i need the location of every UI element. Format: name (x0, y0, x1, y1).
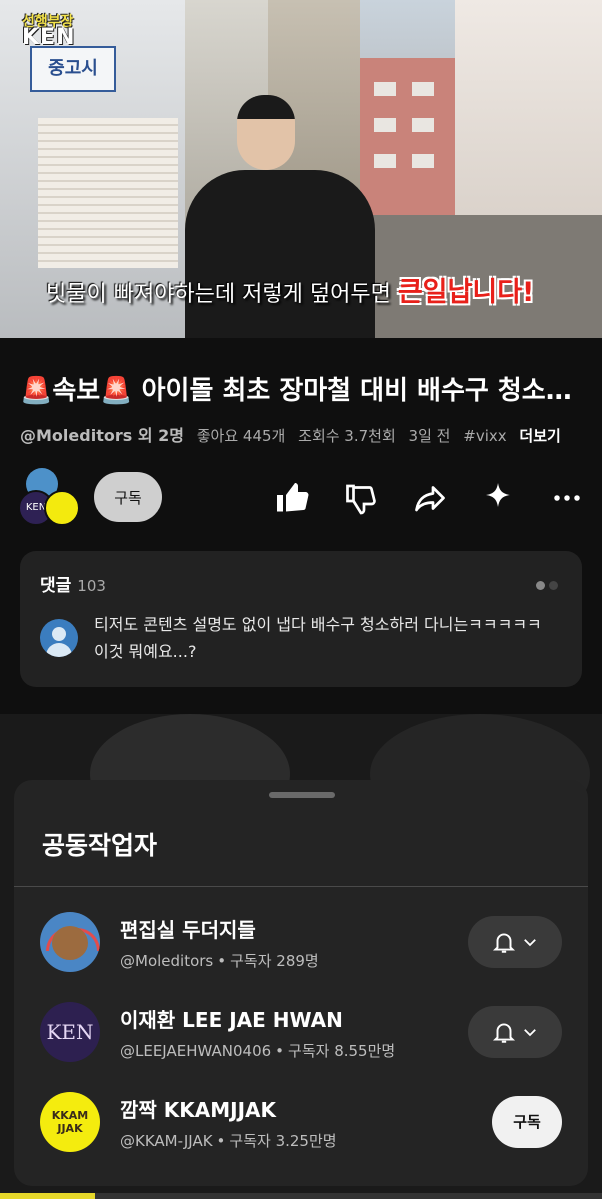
comments-heading: 댓글 103 (40, 576, 106, 596)
progress-bar[interactable] (0, 1193, 602, 1199)
like-icon (277, 483, 309, 512)
building-red (360, 58, 460, 223)
progress-fill (0, 1193, 95, 1199)
store-sign: 중고시 (30, 46, 116, 92)
chevron-down-icon (524, 1029, 536, 1037)
avatar: KKAM JJAK (40, 1092, 100, 1152)
view-count: 조회수 3.7천회 (298, 427, 396, 445)
sheet-title: 공동작업자 (42, 831, 158, 860)
collaborator-handle: @Moleditors • 구독자 289명 (120, 952, 319, 970)
video-caption: 빗물이 빠져야하는데 저렇게 덮어두면 큰일납니다! (46, 277, 535, 308)
video-player[interactable]: 중고시 선행부장 KEN 빗물이 빠져야하는데 저렇게 덮어두면 큰일납니다! (0, 0, 602, 338)
collaborator-row[interactable]: KKAM JJAK 깜짝 KKAMJJAK @KKAM-JJAK • 구독자 3.2… (14, 1078, 588, 1166)
collaborator-row[interactable]: 편집실 두더지들 @Moleditors • 구독자 289명 (14, 898, 588, 986)
chevron-down-icon (524, 939, 536, 947)
channel-logo: 선행부장 KEN (22, 14, 76, 50)
more-link[interactable]: 더보기 (519, 427, 560, 445)
page-dots (532, 575, 558, 594)
comments-count: 103 (77, 577, 106, 595)
comments-panel[interactable]: 댓글 103 티저도 콘텐츠 설명도 없이 냅다 배수구 청소하러 다니는ㅋㅋㅋㅋ… (20, 551, 582, 687)
sparkle-button[interactable] (478, 478, 518, 518)
avatar (44, 490, 80, 526)
collaborator-name: 깜짝 KKAMJJAK (120, 1098, 276, 1122)
video-meta[interactable]: @Moleditors 외 2명 좋아요 445개 조회수 3.7천회 3일 전… (20, 422, 569, 446)
like-button[interactable] (272, 478, 312, 518)
share-button[interactable] (410, 478, 450, 518)
subscribe-button[interactable]: 구독 (94, 472, 162, 522)
dislike-button[interactable] (341, 478, 381, 518)
bell-icon (492, 933, 516, 953)
collaborator-avatars[interactable]: KEN (18, 468, 80, 526)
notification-button[interactable] (468, 1006, 562, 1058)
collaborator-row[interactable]: KEN 이재환 LEE JAE HWAN @LEEJAEHWAN0406 • 구독자… (14, 988, 588, 1076)
avatar (40, 912, 100, 972)
channel-name[interactable]: @Moleditors 외 2명 (20, 426, 184, 445)
avatar (40, 619, 78, 657)
dislike-icon (346, 484, 376, 515)
more-button[interactable] (547, 478, 587, 518)
hashtag[interactable]: #vixx (463, 427, 506, 445)
top-comment: 티저도 콘텐츠 설명도 없이 냅다 배수구 청소하러 다니는ㅋㅋㅋㅋㅋ 이것 뭐… (94, 615, 542, 661)
subscribe-button[interactable]: 구독 (492, 1096, 562, 1148)
upload-age: 3일 전 (408, 427, 451, 445)
video-details: 🚨속보🚨 아이돌 최초 장마철 대비 배수구 청소 대작전 @Moleditor… (0, 338, 602, 714)
more-icon (554, 495, 580, 501)
video-title[interactable]: 🚨속보🚨 아이돌 최초 장마철 대비 배수구 청소 대작전 (20, 370, 580, 407)
shutter (38, 118, 178, 268)
collaborators-sheet: 공동작업자 편집실 두더지들 @Moleditors • 구독자 289명 KEN … (14, 780, 588, 1186)
collaborator-name: 이재환 LEE JAE HWAN (120, 1008, 343, 1032)
notification-button[interactable] (468, 916, 562, 968)
drag-handle[interactable] (269, 792, 335, 798)
avatar: KEN (40, 1002, 100, 1062)
share-icon (415, 486, 445, 512)
like-count: 좋아요 445개 (196, 427, 286, 445)
collaborator-name: 편집실 두더지들 (120, 918, 256, 942)
divider (14, 886, 588, 887)
sparkle-icon (486, 483, 510, 507)
bell-icon (492, 1023, 516, 1043)
collaborator-handle: @KKAM-JJAK • 구독자 3.25만명 (120, 1132, 337, 1150)
collaborator-handle: @LEEJAEHWAN0406 • 구독자 8.55만명 (120, 1042, 396, 1060)
